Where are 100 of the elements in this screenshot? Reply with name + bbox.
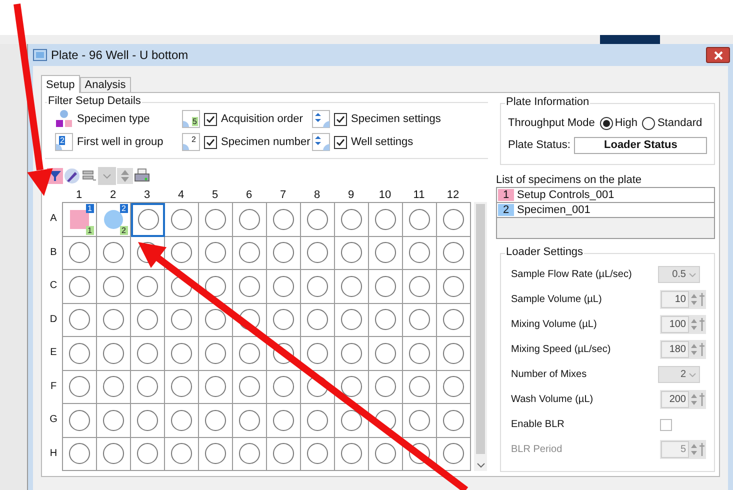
plate-well[interactable]	[131, 270, 165, 304]
caret-icon[interactable]	[476, 463, 484, 468]
dropdown-field[interactable]: 2	[658, 366, 700, 383]
plate-well[interactable]	[131, 304, 165, 337]
plate-well[interactable]	[403, 404, 437, 438]
plate-well[interactable]	[131, 404, 165, 438]
printer-icon[interactable]	[134, 168, 150, 184]
checkbox[interactable]	[204, 112, 217, 126]
plate-well[interactable]: 2 2	[97, 203, 131, 236]
plate-well[interactable]	[63, 438, 97, 471]
plate-well[interactable]	[437, 337, 471, 370]
checkbox[interactable]	[334, 112, 347, 126]
plate-well[interactable]	[97, 370, 131, 404]
spin-arrows-icon[interactable]	[690, 292, 698, 307]
plate-well[interactable]	[437, 270, 471, 304]
plate-well[interactable]	[165, 337, 199, 370]
plate-well[interactable]	[301, 438, 335, 471]
number-field[interactable]: 180	[661, 341, 689, 358]
spin-arrows-icon[interactable]	[690, 442, 698, 457]
plate-well[interactable]	[97, 404, 131, 438]
plate-well[interactable]	[369, 438, 403, 471]
plate-well[interactable]	[403, 203, 437, 236]
plate-well[interactable]	[233, 270, 267, 304]
plate-well[interactable]	[63, 337, 97, 370]
plate-well[interactable]	[63, 304, 97, 337]
pin-icon[interactable]	[699, 442, 705, 457]
plate-well[interactable]	[165, 370, 199, 404]
plate-well[interactable]	[437, 236, 471, 270]
plate-well[interactable]	[97, 236, 131, 270]
plate-well[interactable]	[437, 438, 471, 471]
plate-well[interactable]	[233, 203, 267, 236]
plate-well[interactable]	[199, 370, 233, 404]
plate-well[interactable]	[233, 404, 267, 438]
plate-well[interactable]	[131, 370, 165, 404]
plate-well[interactable]	[335, 270, 369, 304]
plate-well[interactable]	[63, 370, 97, 404]
plate-well[interactable]	[199, 203, 233, 236]
plate-well[interactable]	[233, 438, 267, 471]
plate-well[interactable]	[63, 236, 97, 270]
plate-well[interactable]	[335, 438, 369, 471]
checkbox[interactable]	[334, 136, 347, 148]
pin-icon[interactable]	[699, 292, 705, 307]
plate-well[interactable]	[403, 270, 437, 304]
plate-well[interactable]	[403, 236, 437, 270]
plate-well[interactable]	[335, 337, 369, 370]
plate-well[interactable]	[437, 203, 471, 236]
tab[interactable]: Setup	[41, 75, 80, 93]
plate-well[interactable]	[369, 270, 403, 304]
plate-well[interactable]	[437, 404, 471, 438]
number-field[interactable]: 10	[661, 291, 689, 308]
spin-arrows-icon[interactable]	[690, 342, 698, 357]
plate-well[interactable]	[335, 203, 369, 236]
radio-button[interactable]	[600, 116, 613, 130]
tab[interactable]: Analysis	[80, 77, 131, 93]
specimen-list-item[interactable]: 2 Specimen_001	[497, 203, 714, 218]
spin-arrows-icon[interactable]	[690, 317, 698, 332]
plate-well[interactable]	[369, 370, 403, 404]
plate-well[interactable]	[301, 203, 335, 236]
plate-well[interactable]	[165, 438, 199, 471]
plate-well[interactable]	[165, 203, 199, 236]
plate-well[interactable]	[369, 304, 403, 337]
plate-well[interactable]	[131, 438, 165, 471]
spin-arrows-icon[interactable]	[690, 392, 698, 407]
close-button[interactable]	[706, 47, 730, 63]
plate-well[interactable]	[267, 304, 301, 337]
plate-well[interactable]	[97, 337, 131, 370]
plate-well[interactable]	[301, 304, 335, 337]
plate-well[interactable]	[97, 304, 131, 337]
plate-well[interactable]	[437, 370, 471, 404]
plate-well[interactable]	[165, 236, 199, 270]
plate-well[interactable]	[301, 404, 335, 438]
plate-well[interactable]	[369, 203, 403, 236]
plate-well[interactable]	[131, 337, 165, 370]
plate-well[interactable]	[369, 337, 403, 370]
pipette-icon[interactable]	[64, 168, 80, 184]
plate-well[interactable]	[437, 304, 471, 337]
pin-icon[interactable]	[699, 392, 705, 407]
plate-well[interactable]	[267, 203, 301, 236]
plate-well[interactable]	[403, 337, 437, 370]
plate-well[interactable]	[165, 304, 199, 337]
plate-well[interactable]	[267, 236, 301, 270]
plate-well[interactable]	[199, 438, 233, 471]
plate-well[interactable]	[131, 203, 165, 236]
plate-well[interactable]	[301, 236, 335, 270]
plate-well[interactable]	[199, 337, 233, 370]
number-field[interactable]: 100	[661, 316, 689, 333]
plate-well[interactable]	[63, 270, 97, 304]
plate-well[interactable]	[403, 370, 437, 404]
radio-button[interactable]	[642, 116, 656, 130]
plate-well[interactable]	[267, 370, 301, 404]
plate-well[interactable]	[267, 404, 301, 438]
pin-icon[interactable]	[699, 342, 705, 357]
plate-well[interactable]	[199, 404, 233, 438]
plate-well[interactable]	[233, 236, 267, 270]
plate-well[interactable]	[369, 236, 403, 270]
checkbox[interactable]	[660, 418, 672, 430]
scroll-thumb[interactable]	[476, 204, 485, 454]
plate-well[interactable]	[267, 270, 301, 304]
number-field[interactable]: 200	[661, 391, 689, 408]
plate-well[interactable]	[63, 404, 97, 438]
